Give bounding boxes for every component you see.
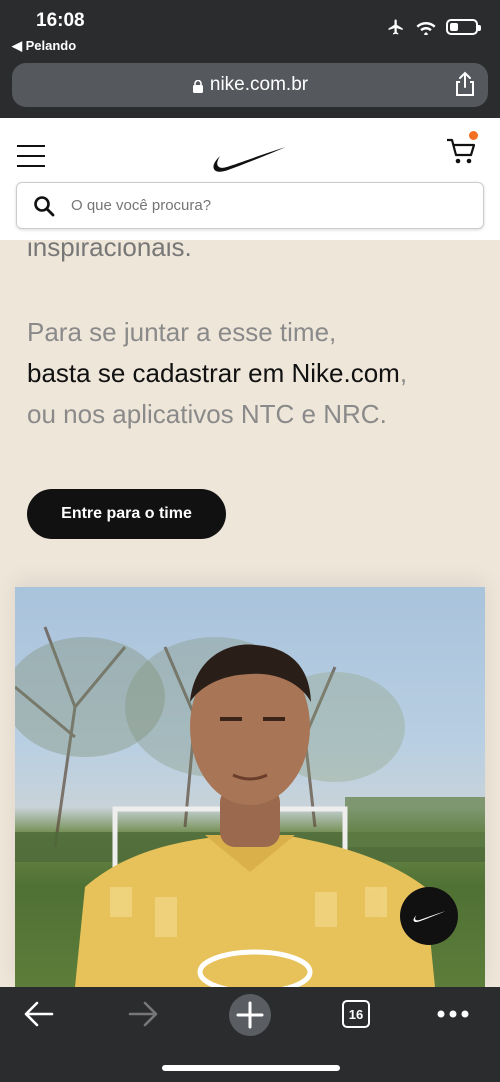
search-bar[interactable] <box>16 182 484 229</box>
wifi-icon <box>416 22 436 35</box>
battery-icon <box>446 19 481 35</box>
nike-logo[interactable] <box>210 143 288 175</box>
back-arrow-icon[interactable] <box>22 999 56 1029</box>
new-tab-icon[interactable] <box>228 993 272 1037</box>
url-text: nike.com.br <box>209 74 309 95</box>
address-bar[interactable]: nike.com.br <box>12 63 488 107</box>
status-icons <box>386 18 481 36</box>
menu-icon[interactable] <box>17 145 45 167</box>
nike-chat-button[interactable] <box>400 887 458 945</box>
para-line-1: Para se juntar a esse time, <box>27 317 337 347</box>
nike-swoosh-icon <box>413 910 446 922</box>
search-icon <box>34 195 55 216</box>
status-bar: 16:08 ◀ Pelando <box>0 0 500 60</box>
forward-arrow-icon[interactable] <box>126 999 160 1029</box>
signup-paragraph: Para se juntar a esse time, basta se cad… <box>27 312 477 435</box>
partial-text: inspiracionais. <box>27 240 192 262</box>
browser-url-area: nike.com.br <box>0 60 500 118</box>
para-line-2: basta se cadastrar em Nike.com, <box>27 353 477 394</box>
tab-switcher-button[interactable]: 16 <box>342 1000 370 1028</box>
back-to-app-link[interactable]: ◀ Pelando <box>12 38 76 54</box>
browser-toolbar: 16 <box>0 987 500 1082</box>
more-icon[interactable] <box>436 1009 470 1019</box>
airplane-icon <box>388 19 403 35</box>
para-line-2-highlight: basta se cadastrar em Nike.com <box>27 358 400 388</box>
main-content: inspiracionais. Para se juntar a esse ti… <box>0 240 500 987</box>
status-time: 16:08 <box>36 10 85 31</box>
cart-badge <box>469 131 478 140</box>
para-line-2-tail: , <box>399 358 408 388</box>
home-indicator <box>162 1065 340 1071</box>
search-input[interactable] <box>71 197 451 214</box>
lock-icon <box>192 79 203 93</box>
cart-icon[interactable] <box>446 131 478 167</box>
site-header <box>0 118 500 240</box>
para-line-3: ou nos aplicativos NTC e NRC. <box>27 399 387 429</box>
share-icon[interactable] <box>454 71 476 97</box>
join-team-button[interactable]: Entre para o time <box>27 489 226 539</box>
